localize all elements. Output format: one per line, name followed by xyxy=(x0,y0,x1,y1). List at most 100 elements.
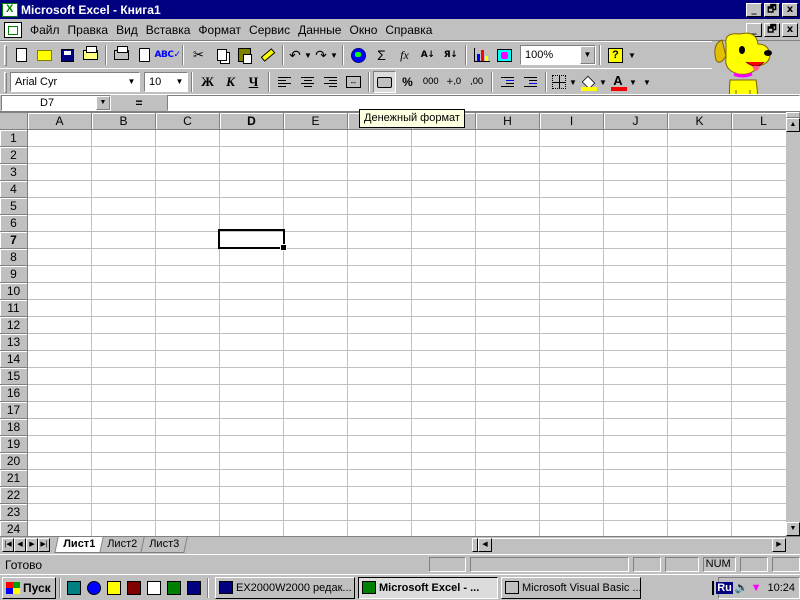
formula-input[interactable] xyxy=(167,95,800,111)
cut-button[interactable]: ✂ xyxy=(187,44,210,66)
merge-center-button[interactable]: ↔ xyxy=(342,71,365,93)
row-header-17[interactable]: 17 xyxy=(0,402,28,419)
restore-button[interactable]: 🗗 xyxy=(764,2,780,17)
doc-close-button[interactable]: x xyxy=(782,22,798,37)
scroll-down-icon[interactable]: ▼ xyxy=(786,522,800,536)
column-header-d[interactable]: D xyxy=(220,113,284,130)
quicklaunch-powerpoint[interactable] xyxy=(144,578,164,598)
toolbar-grip[interactable] xyxy=(4,71,7,93)
decrease-indent-button[interactable] xyxy=(496,71,519,93)
cells-area[interactable] xyxy=(28,130,786,536)
row-header-21[interactable]: 21 xyxy=(0,470,28,487)
column-header-e[interactable]: E xyxy=(284,113,348,130)
autosum-button[interactable]: Σ xyxy=(370,44,393,66)
excel-app-icon[interactable] xyxy=(2,2,18,17)
font-select[interactable]: Arial Cyr ▼ xyxy=(10,72,140,92)
first-sheet-icon[interactable]: |◀ xyxy=(2,538,14,552)
volume-icon[interactable]: 🔈 xyxy=(735,581,749,594)
row-header-8[interactable]: 8 xyxy=(0,249,28,266)
row-header-13[interactable]: 13 xyxy=(0,334,28,351)
print-button[interactable] xyxy=(110,44,133,66)
underline-button[interactable]: Ч xyxy=(242,71,265,93)
chart-wizard-button[interactable] xyxy=(470,44,493,66)
menu-format[interactable]: Формат xyxy=(194,23,245,37)
bold-button[interactable]: Ж xyxy=(196,71,219,93)
print-preview-button[interactable] xyxy=(133,44,156,66)
formula-equals-label[interactable]: = xyxy=(111,96,167,110)
menu-file[interactable]: Файл xyxy=(26,23,64,37)
language-indicator[interactable]: Ru xyxy=(716,581,733,594)
office-assistant-button[interactable]: ? xyxy=(604,44,627,66)
decrease-decimal-button[interactable]: ,00 xyxy=(465,71,488,93)
zoom-select[interactable]: 100% ▼ xyxy=(520,45,596,65)
redo-dropdown-icon[interactable]: ▼ xyxy=(329,51,339,60)
minimize-button[interactable]: _ xyxy=(746,2,762,17)
row-header-10[interactable]: 10 xyxy=(0,283,28,300)
row-header-19[interactable]: 19 xyxy=(0,436,28,453)
row-header-15[interactable]: 15 xyxy=(0,368,28,385)
prev-sheet-icon[interactable]: ◀ xyxy=(14,538,26,552)
borders-dropdown-icon[interactable]: ▼ xyxy=(568,78,578,87)
close-button[interactable]: x xyxy=(782,2,798,17)
undo-dropdown-icon[interactable]: ▼ xyxy=(303,51,313,60)
percent-style-button[interactable]: % xyxy=(396,71,419,93)
row-header-22[interactable]: 22 xyxy=(0,487,28,504)
align-center-button[interactable] xyxy=(296,71,319,93)
taskbar-button-excel[interactable]: Microsoft Excel - ... xyxy=(358,576,498,599)
title-bar[interactable]: Microsoft Excel - Книга1 _ 🗗 x xyxy=(0,0,800,19)
row-header-16[interactable]: 16 xyxy=(0,385,28,402)
column-header-a[interactable]: A xyxy=(28,113,92,130)
scroll-left-icon[interactable]: ◀ xyxy=(478,538,492,552)
row-header-11[interactable]: 11 xyxy=(0,300,28,317)
comma-style-button[interactable]: 000 xyxy=(419,71,442,93)
increase-decimal-button[interactable]: +,0 xyxy=(442,71,465,93)
sort-descending-button[interactable]: Я↓ xyxy=(439,44,462,66)
menu-window[interactable]: Окно xyxy=(345,23,381,37)
paste-function-button[interactable]: fx xyxy=(393,44,416,66)
workbook-icon[interactable] xyxy=(4,21,22,38)
increase-indent-button[interactable] xyxy=(519,71,542,93)
vertical-scrollbar[interactable]: ▲ ▼ xyxy=(786,112,800,536)
select-all-corner[interactable] xyxy=(0,113,28,130)
paste-button[interactable] xyxy=(233,44,256,66)
borders-button[interactable] xyxy=(550,71,568,93)
scroll-right-icon[interactable]: ▶ xyxy=(772,538,786,552)
quicklaunch-word[interactable] xyxy=(184,578,204,598)
network-icon[interactable] xyxy=(712,580,715,595)
map-button[interactable] xyxy=(493,44,516,66)
fill-color-dropdown-icon[interactable]: ▼ xyxy=(598,78,608,87)
row-header-9[interactable]: 9 xyxy=(0,266,28,283)
undo-button[interactable]: ↶ xyxy=(287,44,303,66)
column-header-h[interactable]: H xyxy=(476,113,540,130)
font-color-button[interactable]: A xyxy=(608,71,628,93)
scroll-up-icon[interactable]: ▲ xyxy=(786,118,800,132)
menu-view[interactable]: Вид xyxy=(112,23,142,37)
row-header-3[interactable]: 3 xyxy=(0,164,28,181)
zoom-dropdown-icon[interactable]: ▼ xyxy=(580,46,595,64)
active-cell-d7[interactable] xyxy=(218,229,287,251)
menu-insert[interactable]: Вставка xyxy=(142,23,195,37)
open-button[interactable] xyxy=(33,44,56,66)
toolbar-options-icon[interactable]: ▼ xyxy=(627,51,637,60)
row-header-7[interactable]: 7 xyxy=(0,232,28,249)
menu-tools[interactable]: Сервис xyxy=(245,23,294,37)
quicklaunch-books[interactable] xyxy=(124,578,144,598)
mail-button[interactable] xyxy=(79,44,102,66)
row-header-5[interactable]: 5 xyxy=(0,198,28,215)
row-header-12[interactable]: 12 xyxy=(0,317,28,334)
font-color-dropdown-icon[interactable]: ▼ xyxy=(628,78,638,87)
menu-data[interactable]: Данные xyxy=(294,23,345,37)
sheet-tab-2[interactable]: Лист2 xyxy=(98,537,146,553)
format-painter-button[interactable] xyxy=(256,44,279,66)
horizontal-scroll-track[interactable] xyxy=(492,538,772,552)
column-header-i[interactable]: I xyxy=(540,113,604,130)
column-header-k[interactable]: K xyxy=(668,113,732,130)
fill-color-button[interactable] xyxy=(578,71,598,93)
align-left-button[interactable] xyxy=(273,71,296,93)
quicklaunch-outlook[interactable] xyxy=(104,578,124,598)
row-header-6[interactable]: 6 xyxy=(0,215,28,232)
align-right-button[interactable] xyxy=(319,71,342,93)
menu-edit[interactable]: Правка xyxy=(64,23,113,37)
row-header-23[interactable]: 23 xyxy=(0,504,28,521)
spelling-button[interactable]: ABC✓ xyxy=(155,44,181,66)
